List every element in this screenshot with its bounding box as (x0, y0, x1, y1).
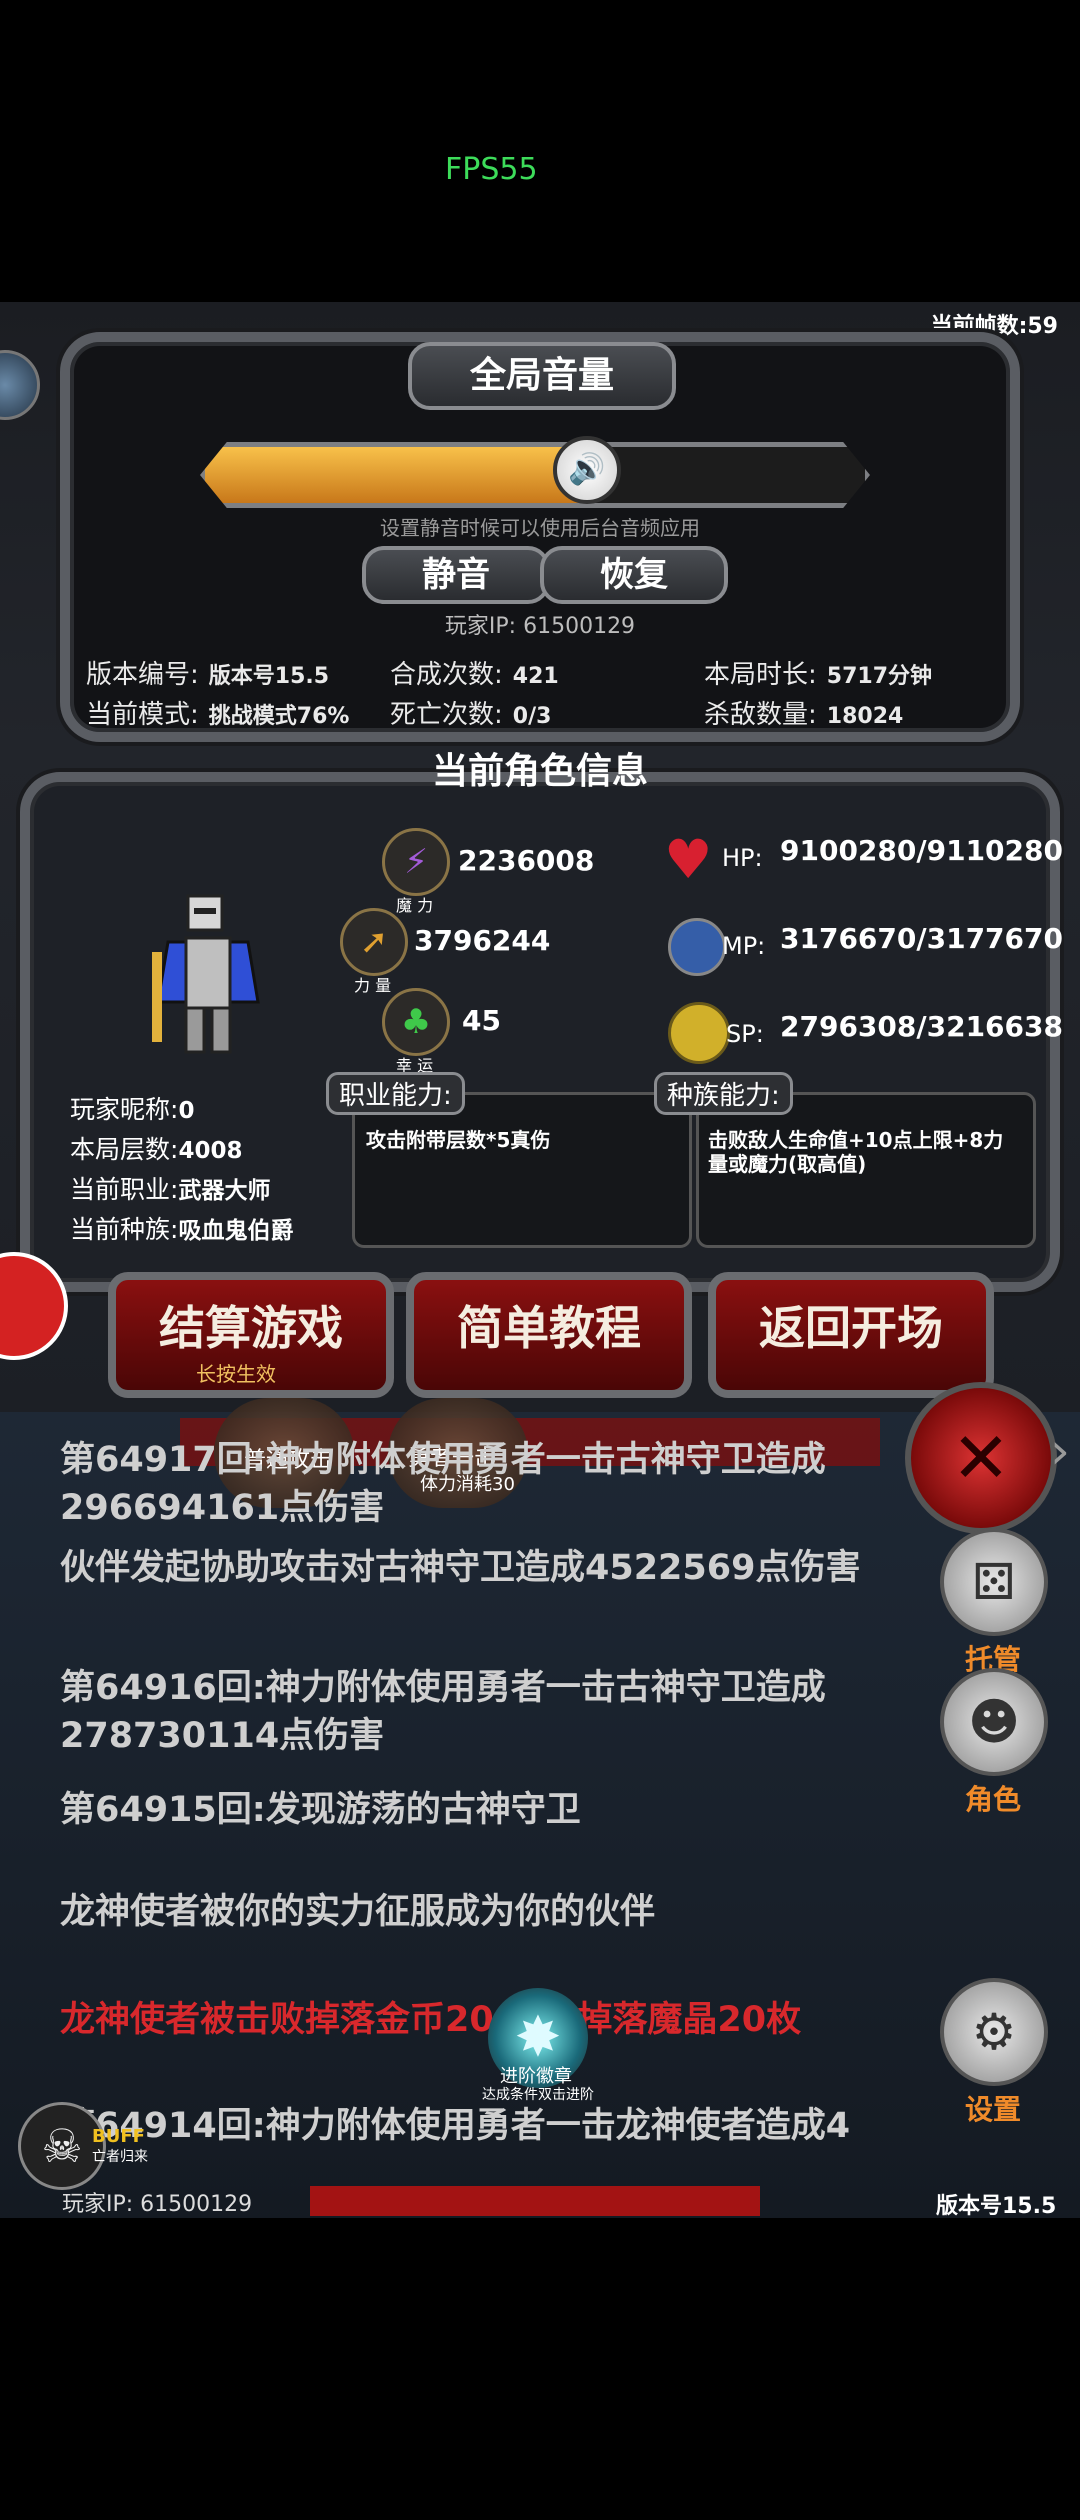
luck-value: 45 (462, 1004, 501, 1037)
magic-value: 2236008 (458, 844, 595, 877)
buff-sub: 亡者归来 (92, 2149, 148, 2165)
log-line: 第64917回:神力附体使用勇者一击古神守卫造成296694161点伤害 (60, 1440, 826, 1528)
log-line: 第64914回:神力附体使用勇者一击龙神使者造成4 (60, 2106, 851, 2146)
settle-hint: 长按生效 (196, 1362, 276, 1386)
heart-icon: ♥ (664, 828, 713, 891)
death-label: 死亡次数: (390, 700, 503, 730)
fps-counter: FPS55 (445, 152, 538, 187)
sp-label: SP: (726, 1020, 764, 1048)
duration-value: 5717分钟 (826, 664, 932, 689)
role-button[interactable]: ☻ 角色 (940, 1668, 1048, 1818)
mode-label: 当前模式: (86, 700, 199, 730)
volume-title: 全局音量 (408, 342, 676, 410)
race-value: 吸血鬼伯爵 (178, 1218, 294, 1244)
volume-fill (205, 447, 588, 503)
kills-stat: 杀敌数量: 18024 (704, 694, 903, 731)
floor-label: 本局层数: (70, 1135, 179, 1164)
hp-label: HP: (722, 844, 763, 872)
footer-ip: 玩家IP: 61500129 (62, 2192, 253, 2217)
back-to-start-button[interactable]: 返回开场 (708, 1272, 994, 1398)
role-label: 角色 (964, 1783, 1021, 1816)
power-label: 力 量 (354, 976, 392, 995)
player-ip: 玩家IP: 61500129 (444, 614, 636, 639)
game-screen: 当前帧数:59 全局音量 🔊 设置静音时候可以使用后台音频应用 静音 恢复 玩家… (0, 302, 1080, 2218)
power-icon: ➚ (340, 908, 408, 976)
craft-stat: 合成次数: 421 (390, 654, 559, 691)
job-ability-tag: 职业能力: (326, 1072, 465, 1115)
floor-value: 4008 (178, 1138, 243, 1164)
kills-value: 18024 (826, 704, 904, 729)
tutorial-button[interactable]: 简单教程 (406, 1272, 692, 1398)
mp-value: 3176670/3177670 (780, 922, 1063, 955)
volume-hint: 设置静音时候可以使用后台音频应用 (380, 516, 700, 540)
race-row: 当前种族:吸血鬼伯爵 (70, 1210, 293, 1246)
settings-label: 设置 (964, 2093, 1021, 2126)
race-ability-text: 击败敌人生命值+10点上限+8力量或魔力(取高值) (708, 1128, 1004, 1176)
character-info-title: 当前角色信息 (431, 751, 648, 792)
job-ability-text: 攻击附带层数*5真伤 (366, 1128, 551, 1152)
power-value: 3796244 (414, 924, 551, 957)
restore-button[interactable]: 恢复 (540, 546, 728, 604)
version-value: 版本号15.5 (208, 664, 330, 689)
edge-orb-icon (0, 350, 40, 420)
job-value: 武器大师 (178, 1178, 271, 1204)
race-label: 当前种族: (70, 1215, 179, 1244)
craft-label: 合成次数: (390, 660, 503, 690)
job-label: 当前职业: (70, 1175, 179, 1204)
mode-stat: 当前模式: 挑战模式76% (86, 694, 349, 731)
floor-row: 本局层数:4008 (70, 1130, 242, 1166)
job-row: 当前职业:武器大师 (70, 1170, 270, 1206)
chevron-right-icon[interactable]: › (1050, 1422, 1070, 1480)
settings-panel: 当前帧数:59 全局音量 🔊 设置静音时候可以使用后台音频应用 静音 恢复 玩家… (0, 302, 1080, 1412)
version-stat: 版本编号: 版本号15.5 (86, 654, 329, 691)
gear-icon: ⚙ (940, 1978, 1048, 2086)
magic-label: 魔 力 (396, 896, 434, 915)
death-value: 0/3 (512, 704, 552, 729)
mp-label: MP: (722, 932, 766, 960)
nick-value: 0 (178, 1098, 195, 1124)
death-stat: 死亡次数: 0/3 (390, 694, 551, 731)
mode-value: 挑战模式76% (208, 704, 350, 729)
duration-stat: 本局时长: 5717分钟 (704, 654, 932, 691)
settle-game-label: 结算游戏 (159, 1301, 343, 1355)
close-battle-button[interactable]: ✕ (905, 1382, 1057, 1534)
log-line: 伙伴发起协助攻击对古神守卫造成4522569点伤害 (60, 1548, 861, 1588)
dice-icon: ⚄ (940, 1528, 1048, 1636)
craft-value: 421 (512, 664, 559, 689)
version-label: 版本编号: (86, 660, 199, 690)
mana-icon (668, 918, 726, 976)
hp-value: 9100280/9110280 (780, 834, 1063, 867)
stamina-icon (668, 1002, 730, 1064)
footer-version: 版本号15.5 (936, 2194, 1057, 2218)
nick-row: 玩家昵称:0 (70, 1090, 194, 1126)
magic-icon: ⚡ (382, 828, 450, 896)
clover-icon: ♣ (382, 988, 450, 1056)
race-ability-tag: 种族能力: (654, 1072, 793, 1115)
kills-label: 杀敌数量: (704, 700, 817, 730)
duration-label: 本局时长: (704, 660, 817, 690)
log-line: 第64916回:神力附体使用勇者一击古神守卫造成278730114点伤害 (60, 1668, 826, 1756)
mute-button[interactable]: 静音 (362, 546, 550, 604)
volume-slider[interactable] (200, 442, 870, 508)
sp-value: 2796308/3216638 (780, 1010, 1063, 1043)
log-line: 第64915回:发现游荡的古神守卫 (60, 1790, 581, 1830)
buff-label: BUFF (92, 2126, 145, 2147)
log-line: 龙神使者被你的实力征服成为你的伙伴 (60, 1892, 656, 1932)
hooded-figure-icon: ☻ (940, 1668, 1048, 1776)
bottom-bar (310, 2186, 760, 2216)
knight-avatar (152, 894, 260, 1054)
auto-button[interactable]: ⚄ 托管 (940, 1528, 1048, 1678)
speaker-icon[interactable]: 🔊 (552, 436, 621, 504)
advance-badge-hint: 达成条件双击进阶 (482, 2087, 594, 2103)
settings-button[interactable]: ⚙ 设置 (940, 1978, 1048, 2128)
job-ability-box (352, 1092, 692, 1248)
nick-label: 玩家昵称: (70, 1095, 179, 1124)
